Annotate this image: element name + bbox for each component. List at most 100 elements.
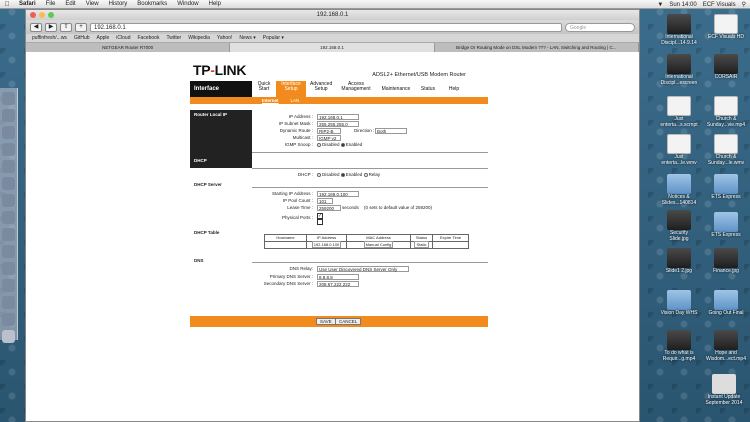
- desktop-icon[interactable]: Just enterta...s.scrnpt: [660, 96, 698, 128]
- nav-quick-start[interactable]: Quick Start: [252, 81, 276, 97]
- tab-netgear[interactable]: NETGEAR Router R7000: [26, 43, 231, 52]
- search-icon[interactable]: ⚲: [742, 1, 746, 8]
- dock-app-icon[interactable]: [2, 194, 15, 207]
- desktop-icon[interactable]: Church & Sunday...vie.mp4: [705, 96, 747, 128]
- desktop-icon[interactable]: Church & Sunday...le.wmv: [705, 134, 747, 166]
- dock-app-icon[interactable]: [2, 126, 15, 139]
- bookmark-item[interactable]: Popular ▾: [263, 35, 284, 41]
- lease-input[interactable]: 259200: [317, 205, 341, 211]
- desktop-icon[interactable]: Security Slide.jpg: [660, 210, 698, 242]
- dock-app-icon[interactable]: [2, 245, 15, 258]
- multicast-select[interactable]: IGMP v2: [317, 135, 341, 141]
- desktop-icon[interactable]: Slide1 2.jpg: [660, 248, 698, 275]
- dhcp-enabled-radio[interactable]: [340, 172, 345, 177]
- desktop-icon[interactable]: To do what is Requir...g.mp4: [660, 330, 698, 362]
- dhcp-disabled-radio[interactable]: [317, 172, 321, 177]
- cancel-button[interactable]: CANCEL: [335, 318, 362, 325]
- menu-history[interactable]: History: [104, 1, 133, 7]
- dock-finder-icon[interactable]: [2, 92, 15, 105]
- desktop-icon[interactable]: International Discipl...14.9.14: [660, 14, 698, 46]
- desktop-icon[interactable]: ETS Express: [705, 212, 747, 239]
- desktop-icon[interactable]: Going Out Final: [705, 290, 747, 317]
- nav-advanced-setup[interactable]: Advanced Setup: [306, 81, 336, 97]
- desktop-icon[interactable]: Vision Day WHS: [660, 290, 698, 317]
- manual-config-select[interactable]: Manual Config: [363, 241, 394, 248]
- port-checkbox-2[interactable]: [317, 219, 323, 225]
- nav-access-management[interactable]: Access Management: [336, 81, 376, 97]
- desktop-icon[interactable]: ETS Express: [705, 174, 747, 201]
- share-icon[interactable]: ⇧: [60, 22, 72, 32]
- forward-icon[interactable]: ▶: [45, 22, 57, 32]
- dock-app-icon[interactable]: [2, 177, 15, 190]
- desktop-icon[interactable]: ECF Visuals HD: [705, 14, 747, 41]
- address-bar[interactable]: 192.168.0.1: [90, 22, 562, 32]
- back-icon[interactable]: ◀: [30, 22, 42, 32]
- secondary-dns-input[interactable]: 208.67.222.222: [317, 281, 359, 287]
- user-name[interactable]: ECF Visuals: [703, 2, 736, 8]
- bookmark-item[interactable]: GitHub: [74, 35, 90, 41]
- menu-bookmarks[interactable]: Bookmarks: [132, 1, 172, 7]
- apple-icon[interactable]: : [0, 1, 14, 8]
- desktop-icon[interactable]: Instant Update September 2014: [700, 374, 748, 406]
- tab-router[interactable]: 192.168.0.1: [230, 43, 435, 52]
- bookmark-item[interactable]: News ▾: [239, 35, 255, 41]
- bookmark-item[interactable]: Yahoo!: [217, 35, 232, 41]
- dhcp-relay-radio[interactable]: [363, 172, 368, 177]
- subnav-internet[interactable]: Internet: [262, 97, 279, 104]
- dock-app-icon[interactable]: [2, 109, 15, 122]
- nav-help[interactable]: Help: [440, 81, 468, 97]
- ip-select[interactable]: 192.168.0.100: [311, 241, 342, 248]
- subnav-lan[interactable]: LAN: [291, 97, 300, 104]
- menu-app[interactable]: Safari: [14, 1, 41, 7]
- dock-app-icon[interactable]: [2, 262, 15, 275]
- nav-status[interactable]: Status: [416, 81, 440, 97]
- nav-maintenance[interactable]: Maintenance: [376, 81, 416, 97]
- minimize-icon[interactable]: [39, 12, 45, 18]
- dock-app-icon[interactable]: [2, 143, 15, 156]
- bookmark-item[interactable]: Wikipedia: [188, 35, 210, 41]
- search-field[interactable]: Google: [565, 22, 635, 32]
- desktop-icon[interactable]: Just enterta...le.wmv: [660, 134, 698, 166]
- menu-window[interactable]: Window: [172, 1, 203, 7]
- desktop-icon[interactable]: Hope and Wisdom...ect.mp4: [705, 330, 747, 362]
- save-button[interactable]: SAVE: [316, 318, 336, 325]
- desktop-icon[interactable]: International Discipl...escreen: [660, 54, 698, 86]
- bookmark-item[interactable]: Twitter: [166, 35, 181, 41]
- wifi-icon[interactable]: ▼: [657, 2, 663, 8]
- add-icon[interactable]: +: [75, 22, 87, 32]
- igmp-disabled-radio[interactable]: [317, 142, 321, 147]
- zoom-icon[interactable]: [48, 12, 54, 18]
- dynamic-route-select[interactable]: RIP2-B: [317, 128, 341, 134]
- clock[interactable]: Sun 14:00: [669, 2, 696, 8]
- ip-address-input[interactable]: 192.168.0.1: [317, 114, 359, 120]
- status-select[interactable]: Static: [414, 241, 429, 248]
- subnet-mask-input[interactable]: 255.255.255.0: [317, 121, 359, 127]
- dns-relay-select[interactable]: Use User Discovered DNS Server Only: [317, 266, 409, 272]
- dock-app-icon[interactable]: [2, 296, 15, 309]
- desktop-icon[interactable]: Finance.jpg: [705, 248, 747, 275]
- primary-dns-input[interactable]: 8.8.8.8: [317, 274, 359, 280]
- bookmark-item[interactable]: puffinfresh/...ws: [32, 35, 67, 41]
- menu-edit[interactable]: Edit: [60, 1, 80, 7]
- direction-select[interactable]: Both: [375, 128, 407, 134]
- close-icon[interactable]: [30, 12, 36, 18]
- tab-forum[interactable]: Bridge Or Routing Mode on DSL Modem ??? …: [435, 43, 639, 52]
- menu-help[interactable]: Help: [204, 1, 226, 7]
- bookmark-item[interactable]: Apple: [97, 35, 110, 41]
- desktop-icon[interactable]: CORSAIR: [705, 54, 747, 81]
- dock-app-icon[interactable]: [2, 228, 15, 241]
- bookmark-item[interactable]: Facebook: [137, 35, 159, 41]
- menu-view[interactable]: View: [81, 1, 104, 7]
- bookmark-item[interactable]: iCloud: [116, 35, 130, 41]
- desktop-icon[interactable]: Notices & Slides...140814: [660, 174, 698, 206]
- menu-file[interactable]: File: [41, 1, 61, 7]
- nav-interface-setup[interactable]: Interface Setup: [276, 81, 306, 97]
- igmp-enabled-radio[interactable]: [340, 142, 345, 147]
- dock-app-icon[interactable]: [2, 211, 15, 224]
- dock-app-icon[interactable]: [2, 160, 15, 173]
- dock-app-icon[interactable]: [2, 279, 15, 292]
- trash-icon[interactable]: [2, 330, 15, 343]
- pool-count-input[interactable]: 101: [317, 198, 333, 204]
- dock-app-icon[interactable]: [2, 313, 15, 326]
- start-ip-input[interactable]: 192.168.0.100: [317, 191, 359, 197]
